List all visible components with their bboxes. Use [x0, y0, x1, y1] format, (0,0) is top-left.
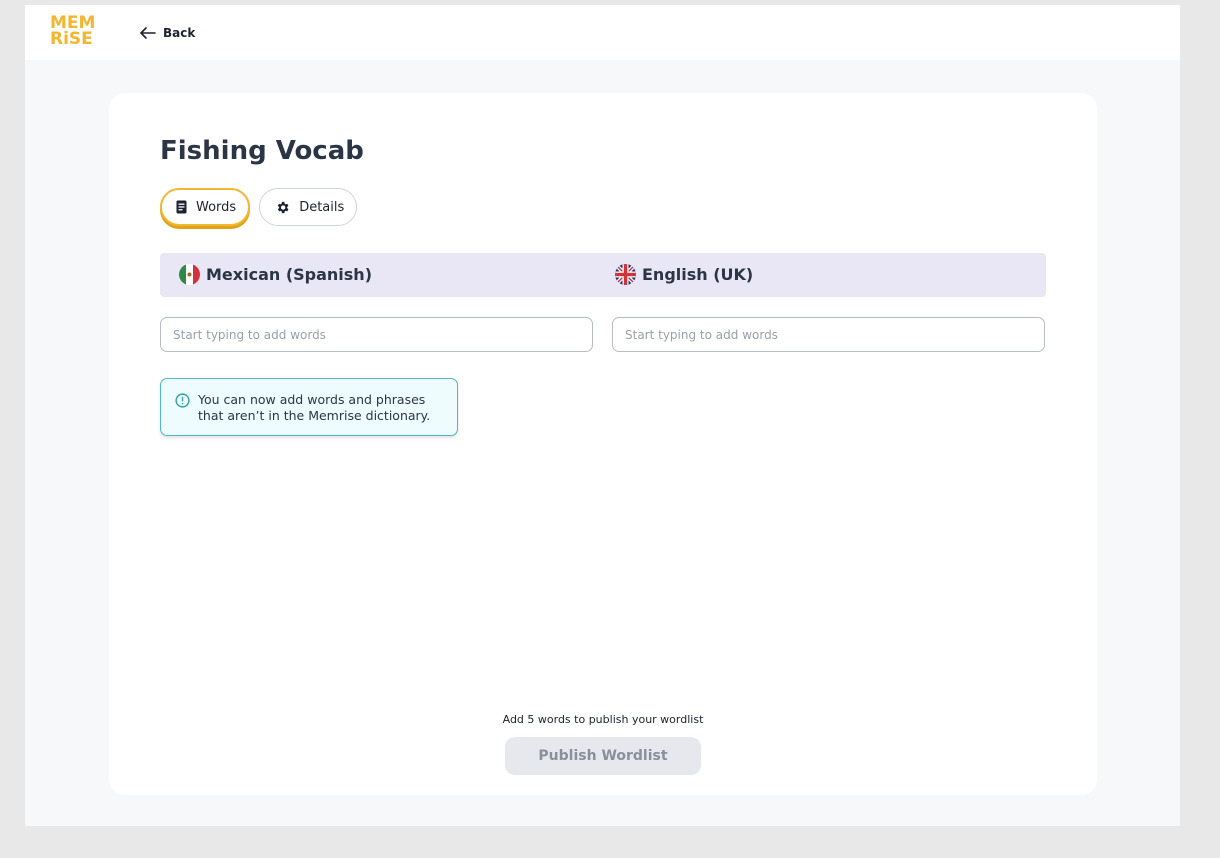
top-bar: MEM RiSE Back: [25, 5, 1180, 60]
notice-line-2: that aren’t in the Memrise dictionary.: [198, 408, 431, 423]
arrow-left-icon: [140, 27, 156, 39]
notice-line-1: You can now add words and phrases: [198, 392, 426, 407]
uk-flag-icon: [615, 264, 636, 285]
target-word-input[interactable]: [612, 317, 1045, 352]
gear-icon: [277, 201, 289, 213]
source-language-label: Mexican (Spanish): [206, 265, 373, 284]
page-title: Fishing Vocab: [160, 136, 364, 166]
tab-words[interactable]: Words: [160, 188, 251, 226]
publish-hint: Add 5 words to publish your wordlist: [502, 713, 704, 726]
wordlist-editor-card: Fishing Vocab Words Details Mexican (Spa…: [109, 93, 1097, 795]
tab-bar: Words Details: [160, 188, 358, 226]
tab-words-label: Words: [196, 199, 237, 215]
logo-line-2: RiSE: [50, 29, 93, 49]
target-language-label: English (UK): [642, 265, 754, 284]
document-icon: [176, 200, 187, 214]
source-word-input[interactable]: [160, 317, 593, 352]
notice-text: You can now add words and phrases that a…: [198, 392, 430, 424]
tab-details[interactable]: Details: [259, 188, 358, 226]
mexico-flag-icon: [179, 264, 200, 285]
language-header: Mexican (Spanish) English (UK): [160, 253, 1046, 297]
publish-wordlist-button[interactable]: Publish Wordlist: [505, 737, 701, 775]
back-button[interactable]: Back: [140, 23, 195, 43]
memrise-logo[interactable]: MEM RiSE: [50, 15, 95, 49]
app-window: MEM RiSE Back Fishing Vocab Words Detail…: [25, 5, 1180, 826]
back-label: Back: [163, 26, 196, 40]
info-icon: [175, 393, 190, 408]
source-language: Mexican (Spanish): [179, 264, 372, 285]
dictionary-notice: You can now add words and phrases that a…: [160, 378, 458, 436]
tab-details-label: Details: [299, 199, 345, 215]
target-language: English (UK): [615, 264, 753, 285]
